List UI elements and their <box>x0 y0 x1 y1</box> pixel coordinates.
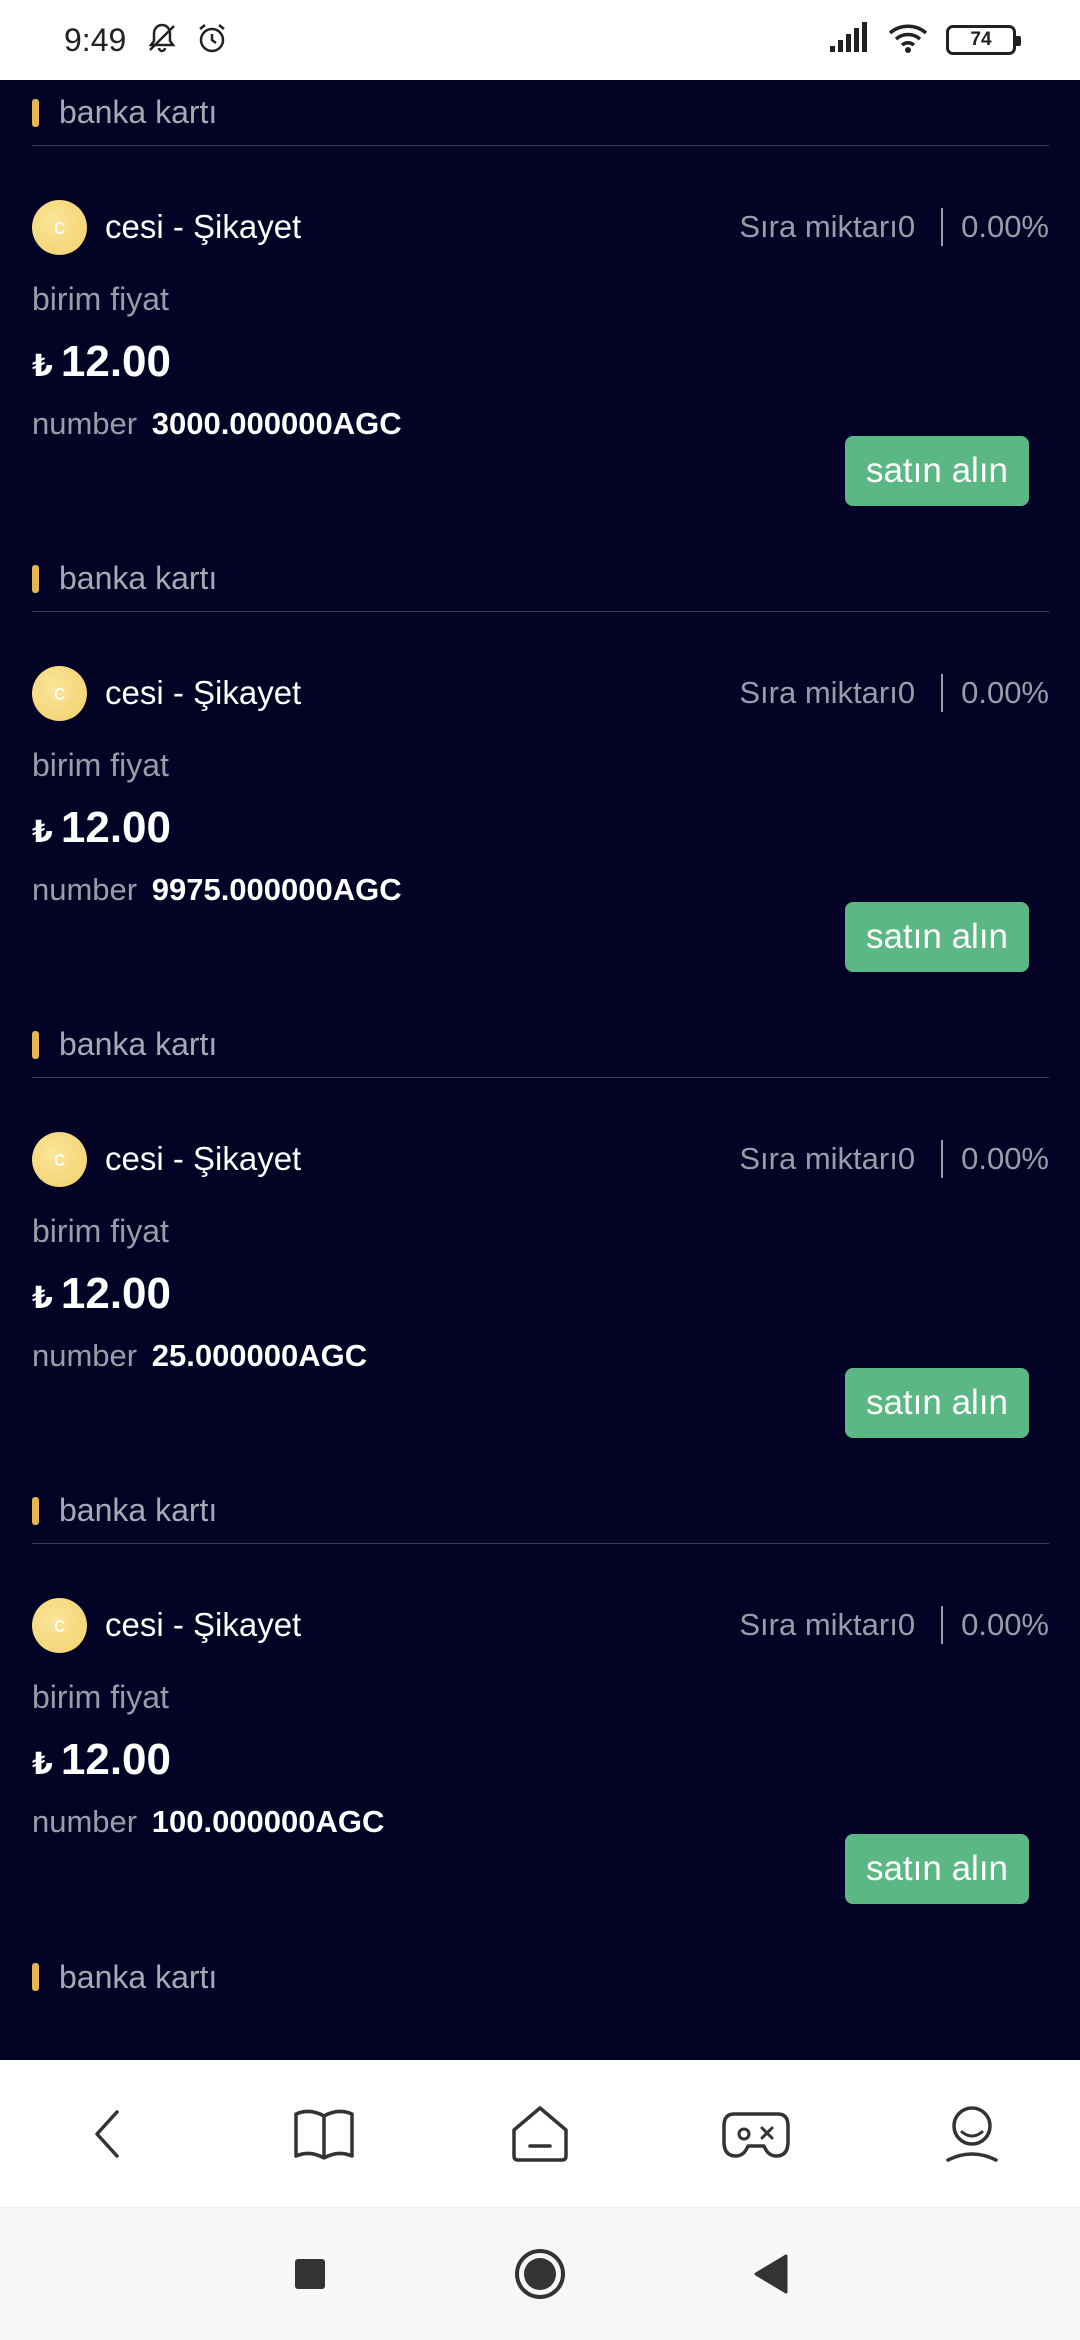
quantity-row: number 9975.000000AGC <box>32 872 402 908</box>
quantity-row: number 25.000000AGC <box>32 1338 367 1374</box>
section-accent-bar <box>32 98 39 127</box>
queue-amount: Sıra miktarı0 <box>739 1141 916 1176</box>
section-accent-bar <box>32 1496 39 1525</box>
price-label: birim fiyat <box>32 281 169 317</box>
quantity-value: 100.000000AGC <box>151 1804 385 1839</box>
price-row: ₺ 12.00 <box>32 803 171 853</box>
section-header: banka kartı <box>32 1944 1049 2010</box>
home-icon[interactable] <box>490 2084 590 2184</box>
price-label: birim fiyat <box>32 1213 169 1249</box>
book-icon[interactable] <box>274 2084 374 2184</box>
section-title: banka kartı <box>59 94 218 130</box>
unit-price: 12.00 <box>60 1735 171 1784</box>
home-circle-icon[interactable] <box>510 2244 570 2304</box>
bottom-nav <box>0 2060 1080 2208</box>
quantity-row: number 100.000000AGC <box>32 1804 384 1840</box>
queue-amount: Sıra miktarı0 <box>739 1607 916 1642</box>
status-time: 9:49 <box>64 21 127 58</box>
stats: Sıra miktarı0 0.00% <box>739 208 1049 246</box>
currency-symbol: ₺ <box>32 816 53 849</box>
unit-price: 12.00 <box>60 1269 171 1318</box>
back-icon[interactable] <box>58 2084 158 2184</box>
status-left-icons <box>144 20 230 61</box>
offer-list[interactable]: banka kartı c cesi - Şikayet Sıra miktar… <box>0 80 1080 2060</box>
price-label: birim fiyat <box>32 747 169 783</box>
card-top: c cesi - Şikayet Sıra miktarı0 0.00% <box>32 1597 1049 1653</box>
completion-rate: 0.00% <box>961 1141 1049 1176</box>
gamepad-icon[interactable] <box>706 2084 806 2184</box>
section-header: banka kartı <box>32 1478 1049 1544</box>
status-right: 74 <box>828 21 1021 59</box>
card-top: c cesi - Şikayet Sıra miktarı0 0.00% <box>32 1131 1049 1187</box>
currency-symbol: ₺ <box>32 1282 53 1315</box>
avatar: c <box>32 665 87 721</box>
section-accent-bar <box>32 564 39 593</box>
section-title: banka kartı <box>59 1492 218 1528</box>
buy-button[interactable]: satın alın <box>845 902 1029 972</box>
quantity-value: 25.000000AGC <box>151 1338 368 1373</box>
section-accent-bar <box>32 1030 39 1059</box>
buy-button[interactable]: satın alın <box>845 1368 1029 1438</box>
mute-icon <box>144 20 180 61</box>
quantity-label: number <box>32 1804 138 1839</box>
merchant-name[interactable]: cesi - Şikayet <box>105 674 301 712</box>
section-header: banka kartı <box>32 546 1049 612</box>
buy-button[interactable]: satın alın <box>845 1834 1029 1904</box>
system-nav <box>0 2208 1080 2340</box>
quantity-value: 9975.000000AGC <box>151 872 402 907</box>
buy-button[interactable]: satın alın <box>845 436 1029 506</box>
stats: Sıra miktarı0 0.00% <box>739 1140 1049 1178</box>
stats: Sıra miktarı0 0.00% <box>739 1606 1049 1644</box>
section-title: banka kartı <box>59 1026 218 1062</box>
merchant-name[interactable]: cesi - Şikayet <box>105 1606 301 1644</box>
queue-amount: Sıra miktarı0 <box>739 675 916 710</box>
price-row: ₺ 12.00 <box>32 337 171 387</box>
price-row: ₺ 12.00 <box>32 1269 171 1319</box>
quantity-row: number 3000.000000AGC <box>32 406 402 442</box>
card-top: c cesi - Şikayet Sıra miktarı0 0.00% <box>32 665 1049 721</box>
completion-rate: 0.00% <box>961 209 1049 244</box>
stats-divider <box>941 1606 944 1644</box>
completion-rate: 0.00% <box>961 1607 1049 1642</box>
offer-card: c cesi - Şikayet Sıra miktarı0 0.00% bir… <box>32 1597 1049 1997</box>
stats: Sıra miktarı0 0.00% <box>739 674 1049 712</box>
currency-symbol: ₺ <box>32 350 53 383</box>
completion-rate: 0.00% <box>961 675 1049 710</box>
section-title: banka kartı <box>59 560 218 596</box>
quantity-label: number <box>32 1338 138 1373</box>
unit-price: 12.00 <box>60 803 171 852</box>
section-title: banka kartı <box>59 1958 218 1995</box>
card-top: c cesi - Şikayet Sıra miktarı0 0.00% <box>32 199 1049 255</box>
battery-icon: 74 <box>946 25 1021 55</box>
status-bar: 9:49 74 <box>0 0 1080 80</box>
merchant-name[interactable]: cesi - Şikayet <box>105 1140 301 1178</box>
wifi-icon <box>888 22 928 59</box>
section-header: banka kartı <box>32 80 1049 146</box>
merchant-name[interactable]: cesi - Şikayet <box>105 208 301 246</box>
section-accent-bar <box>32 1963 39 1991</box>
stats-divider <box>941 674 944 712</box>
price-row: ₺ 12.00 <box>32 1735 171 1785</box>
price-label: birim fiyat <box>32 1679 169 1715</box>
queue-amount: Sıra miktarı0 <box>739 209 916 244</box>
quantity-value: 3000.000000AGC <box>151 406 402 441</box>
stats-divider <box>941 1140 944 1178</box>
unit-price: 12.00 <box>60 337 171 386</box>
stats-divider <box>941 208 944 246</box>
offer-card: c cesi - Şikayet Sıra miktarı0 0.00% bir… <box>32 1131 1049 1531</box>
signal-icon <box>828 21 870 59</box>
alarm-icon <box>194 20 230 61</box>
avatar: c <box>32 199 87 255</box>
recents-icon[interactable] <box>280 2244 340 2304</box>
offer-card: c cesi - Şikayet Sıra miktarı0 0.00% bir… <box>32 199 1049 599</box>
back-triangle-icon[interactable] <box>740 2244 800 2304</box>
quantity-label: number <box>32 872 138 907</box>
profile-icon[interactable] <box>922 2084 1022 2184</box>
quantity-label: number <box>32 406 138 441</box>
offer-card: c cesi - Şikayet Sıra miktarı0 0.00% bir… <box>32 665 1049 1065</box>
avatar: c <box>32 1131 87 1187</box>
avatar: c <box>32 1597 87 1653</box>
currency-symbol: ₺ <box>32 1748 53 1781</box>
section-header: banka kartı <box>32 1012 1049 1078</box>
